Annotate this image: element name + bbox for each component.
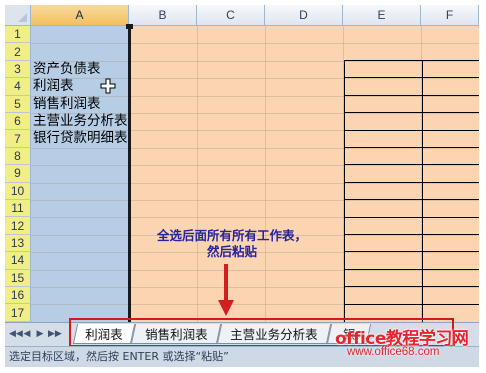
row-header-3[interactable]: 3 bbox=[5, 60, 31, 79]
bordered-table bbox=[344, 60, 479, 324]
table-hline bbox=[345, 286, 479, 288]
column-header-c[interactable]: C bbox=[197, 5, 265, 26]
row-header-12[interactable]: 12 bbox=[5, 217, 31, 235]
cell-a5[interactable]: 销售利润表 bbox=[33, 96, 101, 113]
gridline-col bbox=[197, 26, 198, 322]
table-hline bbox=[345, 147, 479, 148]
row-header-15[interactable]: 15 bbox=[5, 269, 31, 287]
cell-cursor-icon bbox=[100, 78, 116, 94]
column-header-a[interactable]: A bbox=[31, 5, 129, 26]
row-header-6[interactable]: 6 bbox=[5, 113, 31, 131]
table-hline bbox=[345, 94, 479, 96]
excel-window: ABCDEF 1 2 3 4 5 6 7 8 9 10 11 12 13 14 15 16 17 资产负债表 利润… bbox=[5, 5, 479, 367]
row-header-10[interactable]: 10 bbox=[5, 182, 31, 200]
row-header-7[interactable]: 7 bbox=[5, 130, 31, 148]
row-header-8[interactable]: 8 bbox=[5, 147, 31, 166]
table-hline bbox=[345, 77, 479, 79]
column-header-f[interactable]: F bbox=[421, 5, 479, 26]
selection-border bbox=[128, 26, 131, 322]
down-arrow-icon bbox=[218, 264, 234, 316]
row-header-11[interactable]: 11 bbox=[5, 200, 31, 218]
row-header-17[interactable]: 17 bbox=[5, 304, 31, 322]
gridline-row bbox=[31, 43, 479, 45]
table-hline bbox=[345, 251, 479, 253]
table-hline bbox=[345, 303, 479, 305]
last-sheet-button[interactable]: ▶▶ bbox=[48, 328, 62, 340]
table-vline bbox=[422, 61, 423, 323]
row-header-14[interactable]: 14 bbox=[5, 252, 31, 270]
table-hline bbox=[345, 181, 479, 183]
selection-handle[interactable] bbox=[126, 24, 133, 29]
row-header-1[interactable]: 1 bbox=[5, 26, 31, 44]
table-hline bbox=[345, 216, 479, 218]
table-hline bbox=[345, 234, 479, 235]
row-header-4[interactable]: 4 bbox=[5, 78, 31, 96]
gridline-col bbox=[265, 26, 266, 322]
instruction-callout: 全选后面所有所有工作表， 然后粘贴 bbox=[147, 228, 317, 260]
cell-a4[interactable]: 利润表 bbox=[33, 78, 74, 95]
table-hline bbox=[345, 268, 479, 270]
row-header-9[interactable]: 9 bbox=[5, 165, 31, 183]
select-all-button[interactable] bbox=[5, 5, 31, 26]
cell-a7[interactable]: 银行贷款明细表 bbox=[33, 130, 128, 147]
column-header-b[interactable]: B bbox=[129, 5, 197, 26]
prev-sheet-button[interactable]: ◀ bbox=[22, 328, 32, 340]
row-header-16[interactable]: 16 bbox=[5, 287, 31, 305]
row-header-5[interactable]: 5 bbox=[5, 95, 31, 113]
table-hline bbox=[345, 164, 479, 166]
first-sheet-button[interactable]: ◀◀ bbox=[9, 328, 23, 340]
callout-line-1: 全选后面所有所有工作表， bbox=[156, 228, 307, 243]
watermark: office教程学习网 www.office68.com bbox=[335, 324, 479, 367]
row-header-2[interactable]: 2 bbox=[5, 43, 31, 61]
cell-a6[interactable]: 主营业务分析表 bbox=[33, 113, 128, 130]
watermark-url: www.office68.com bbox=[347, 346, 440, 358]
column-header-d[interactable]: D bbox=[265, 5, 343, 26]
table-hline bbox=[345, 199, 479, 201]
callout-line-2: 然后粘贴 bbox=[206, 244, 257, 259]
next-sheet-button[interactable]: ▶ bbox=[35, 328, 45, 340]
column-header-e[interactable]: E bbox=[343, 5, 421, 26]
table-hline bbox=[345, 129, 479, 131]
row-header-13[interactable]: 13 bbox=[5, 234, 31, 253]
table-hline bbox=[345, 112, 479, 114]
cell-a3[interactable]: 资产负债表 bbox=[33, 61, 101, 78]
